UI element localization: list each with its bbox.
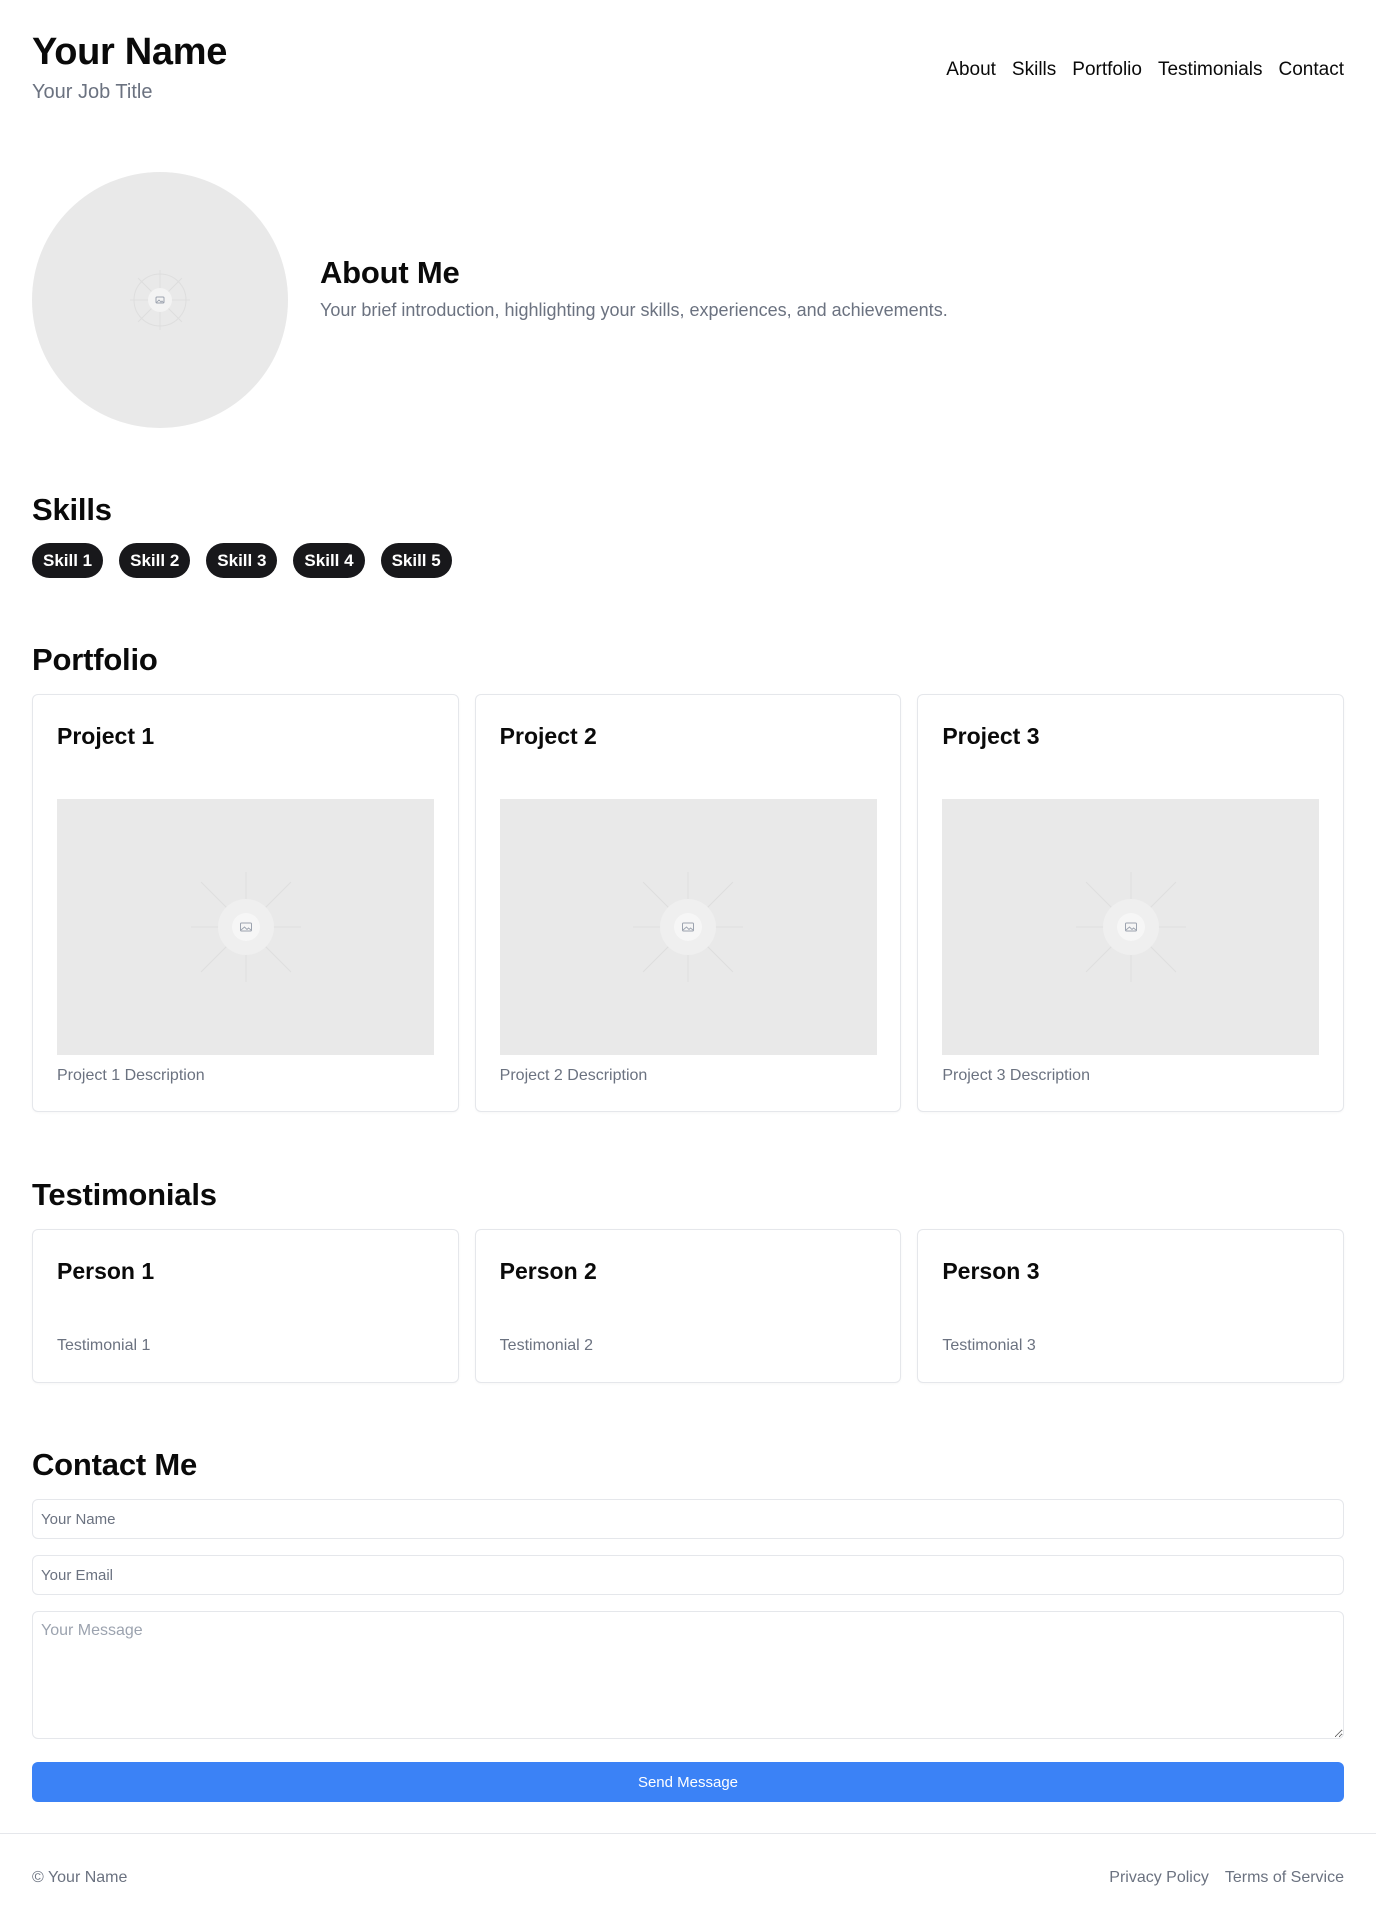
project-card[interactable]: Project 2 Project 2 Description bbox=[474, 694, 902, 1112]
about-section: About Me Your brief introduction, highli… bbox=[32, 172, 1344, 428]
about-text-block: About Me Your brief introduction, highli… bbox=[320, 254, 948, 322]
image-placeholder-icon bbox=[633, 872, 744, 982]
project-image-placeholder bbox=[499, 799, 877, 1055]
testimonial-person: Person 2 bbox=[499, 1258, 597, 1284]
terms-of-service-link[interactable]: Terms of Service bbox=[1225, 1869, 1344, 1887]
portfolio-grid: Project 1 Project 1 Description Project … bbox=[32, 694, 1345, 1112]
testimonial-card: Person 1 Testimonial 1 bbox=[32, 1229, 459, 1383]
nav-about[interactable]: About bbox=[946, 58, 996, 82]
testimonial-person: Person 3 bbox=[942, 1258, 1040, 1284]
about-description: Your brief introduction, highlighting yo… bbox=[320, 300, 948, 320]
contact-heading: Contact Me bbox=[32, 1447, 198, 1482]
project-title: Project 2 bbox=[499, 723, 597, 749]
testimonials-grid: Person 1 Testimonial 1 Person 2 Testimon… bbox=[32, 1229, 1345, 1383]
site-footer: © Your Name Privacy Policy Terms of Serv… bbox=[32, 1866, 1344, 1890]
privacy-policy-link[interactable]: Privacy Policy bbox=[1109, 1869, 1209, 1887]
testimonials-heading: Testimonials bbox=[32, 1177, 217, 1212]
skill-chip: Skill 1 bbox=[32, 543, 104, 578]
site-header: Your Name Your Job Title About Skills Po… bbox=[32, 30, 1344, 110]
nav-skills[interactable]: Skills bbox=[1012, 58, 1056, 82]
project-title: Project 3 bbox=[942, 723, 1040, 749]
project-card[interactable]: Project 3 Project 3 Description bbox=[917, 694, 1345, 1112]
nav-portfolio[interactable]: Portfolio bbox=[1072, 58, 1142, 82]
project-image-placeholder bbox=[57, 799, 434, 1055]
testimonial-text: Testimonial 2 bbox=[499, 1337, 594, 1354]
testimonial-card: Person 3 Testimonial 3 bbox=[917, 1229, 1345, 1383]
footer-links: Privacy Policy Terms of Service bbox=[1109, 1869, 1344, 1887]
nav-contact[interactable]: Contact bbox=[1279, 58, 1344, 82]
copyright-text: © Your Name bbox=[32, 1869, 128, 1886]
project-description: Project 2 Description bbox=[499, 1067, 648, 1084]
testimonial-person: Person 1 bbox=[57, 1258, 155, 1284]
project-card[interactable]: Project 1 Project 1 Description bbox=[32, 694, 459, 1112]
skill-chip: Skill 4 bbox=[293, 543, 365, 578]
project-description: Project 3 Description bbox=[942, 1067, 1090, 1084]
nav-testimonials[interactable]: Testimonials bbox=[1158, 58, 1263, 82]
email-input[interactable] bbox=[32, 1555, 1344, 1595]
skills-list: Skill 1 Skill 2 Skill 3 Skill 4 Skill 5 bbox=[32, 543, 1344, 578]
testimonial-card: Person 2 Testimonial 2 bbox=[474, 1229, 902, 1383]
project-description: Project 1 Description bbox=[57, 1067, 205, 1084]
profile-photo-placeholder bbox=[32, 172, 288, 428]
skill-chip: Skill 3 bbox=[206, 543, 278, 578]
job-title: Your Job Title bbox=[32, 81, 153, 103]
send-message-button[interactable]: Send Message bbox=[32, 1762, 1344, 1802]
image-placeholder-icon bbox=[130, 270, 190, 330]
portfolio-heading: Portfolio bbox=[32, 642, 158, 677]
testimonial-text: Testimonial 1 bbox=[57, 1337, 151, 1354]
image-placeholder-icon bbox=[190, 872, 301, 982]
name-input[interactable] bbox=[32, 1499, 1344, 1539]
about-heading: About Me bbox=[320, 255, 460, 290]
skills-heading: Skills bbox=[32, 492, 112, 527]
skill-chip: Skill 5 bbox=[380, 543, 452, 578]
project-image-placeholder bbox=[942, 799, 1320, 1055]
image-placeholder-icon bbox=[1075, 872, 1186, 982]
brand: Your Name Your Job Title bbox=[32, 30, 227, 104]
skill-chip: Skill 2 bbox=[119, 543, 191, 578]
site-name: Your Name bbox=[32, 31, 228, 73]
testimonial-text: Testimonial 3 bbox=[942, 1337, 1036, 1354]
footer-divider bbox=[0, 1833, 1376, 1834]
message-textarea[interactable] bbox=[32, 1611, 1344, 1739]
project-title: Project 1 bbox=[57, 723, 155, 749]
main-nav: About Skills Portfolio Testimonials Cont… bbox=[946, 58, 1344, 82]
